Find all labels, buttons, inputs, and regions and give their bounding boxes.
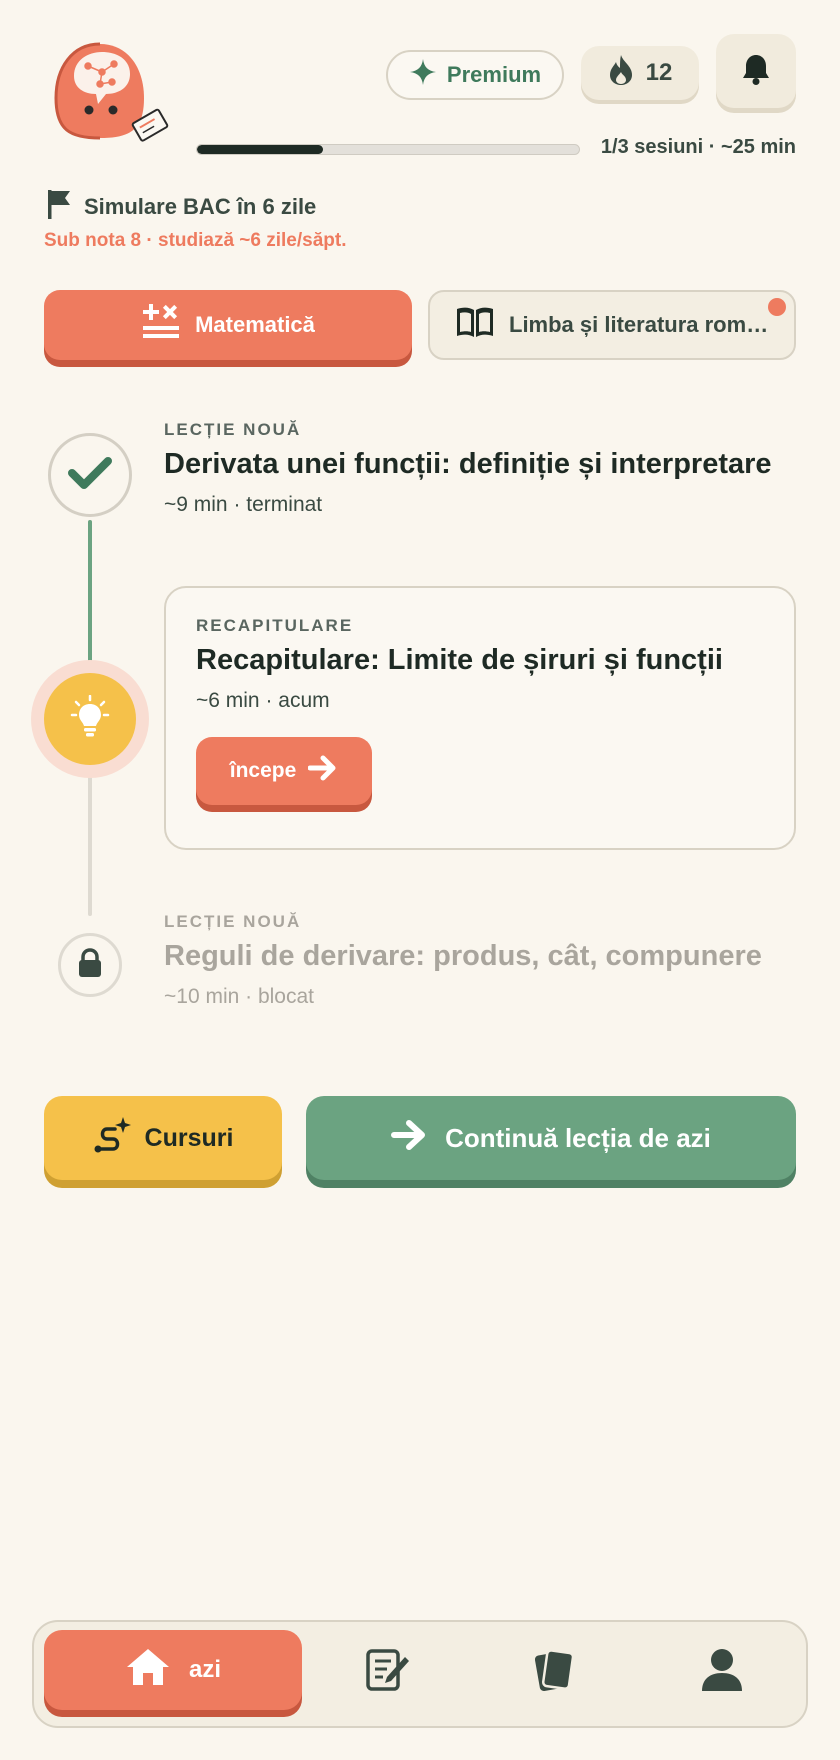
notifications-button[interactable]: [716, 34, 796, 108]
tab-matematica[interactable]: Matematică: [44, 290, 412, 360]
exam-goal-subtitle: Sub nota 8 · studiază ~6 zile/săpt.: [44, 230, 347, 251]
lesson-meta: ~6 min · acum: [196, 689, 330, 712]
session-progress-bar: [196, 144, 580, 155]
math-icon: [141, 302, 181, 348]
lesson-title: Reguli de derivare: produs, cât, compune…: [164, 940, 762, 972]
arrow-right-icon: [307, 754, 338, 788]
profile-icon: [700, 1647, 744, 1698]
flame-icon: [608, 54, 634, 93]
lesson-meta: ~9 min · terminat: [164, 493, 323, 516]
lesson-current-node[interactable]: [44, 673, 136, 765]
nav-item-profile[interactable]: [662, 1640, 782, 1704]
notes-icon: [365, 1647, 411, 1698]
path-sparkle-icon: [93, 1115, 131, 1162]
lightbulb-icon: [70, 694, 110, 744]
lesson-tag: LECȚIE NOUĂ: [164, 912, 302, 931]
tab-matematica-label: Matematică: [195, 312, 315, 337]
tab-limba-romana-label: Limba și literatura română: [509, 312, 769, 337]
start-lesson-button[interactable]: începe: [196, 737, 372, 805]
premium-label: Premium: [446, 62, 542, 87]
nav-item-home[interactable]: azi: [44, 1630, 302, 1710]
start-lesson-label: începe: [229, 759, 297, 782]
path-connector-locked: [88, 776, 92, 916]
mascot-avatar: [52, 38, 176, 162]
exam-goal-title: Simulare BAC în 6 zile: [84, 194, 317, 219]
nav-item-notes[interactable]: [328, 1640, 448, 1704]
cards-icon: [531, 1647, 577, 1698]
book-icon: [455, 305, 495, 345]
lesson-item[interactable]: LECȚIE NOUĂ Derivata unei funcții: defin…: [164, 420, 772, 517]
flag-icon: [46, 188, 72, 226]
lesson-tag: LECȚIE NOUĂ: [164, 420, 302, 439]
lesson-locked-node: [58, 933, 122, 997]
lesson-item-locked: LECȚIE NOUĂ Reguli de derivare: produs, …: [164, 912, 762, 1009]
lock-icon: [77, 947, 103, 983]
nav-home-label: azi: [188, 1656, 221, 1683]
session-progress-text: 1/3 sesiuni · ~25 min: [600, 136, 796, 158]
lesson-title: Recapitulare: Limite de șiruri și funcți…: [196, 644, 723, 676]
continue-lesson-label: Continuă lecția de azi: [445, 1122, 711, 1153]
check-icon: [68, 455, 112, 496]
courses-label: Cursuri: [144, 1123, 234, 1152]
courses-button[interactable]: Cursuri: [44, 1096, 282, 1180]
streak-count: 12: [645, 59, 673, 86]
tab-limba-romana[interactable]: Limba și literatura română: [428, 290, 796, 360]
streak-counter[interactable]: 12: [581, 46, 699, 100]
lesson-tag: RECAPITULARE: [196, 616, 354, 635]
session-progress-fill: [197, 145, 324, 154]
lesson-meta: ~10 min · blocat: [164, 985, 314, 1008]
arrow-right-icon: [391, 1118, 429, 1159]
notification-dot: [768, 298, 786, 316]
lesson-title: Derivata unei funcții: definiție și inte…: [164, 448, 772, 480]
bell-icon: [741, 53, 771, 90]
lesson-done-node[interactable]: [48, 433, 132, 517]
premium-button[interactable]: Premium: [386, 50, 564, 100]
current-lesson-card[interactable]: RECAPITULARE Recapitulare: Limite de șir…: [164, 586, 796, 850]
bottom-navigation: azi: [32, 1620, 808, 1728]
sparkle-icon: [409, 58, 437, 92]
nav-item-cards[interactable]: [494, 1640, 614, 1704]
path-connector-done: [88, 520, 92, 666]
home-icon: [125, 1647, 171, 1694]
continue-lesson-button[interactable]: Continuă lecția de azi: [306, 1096, 796, 1180]
exam-goal: Simulare BAC în 6 zile: [46, 188, 316, 226]
